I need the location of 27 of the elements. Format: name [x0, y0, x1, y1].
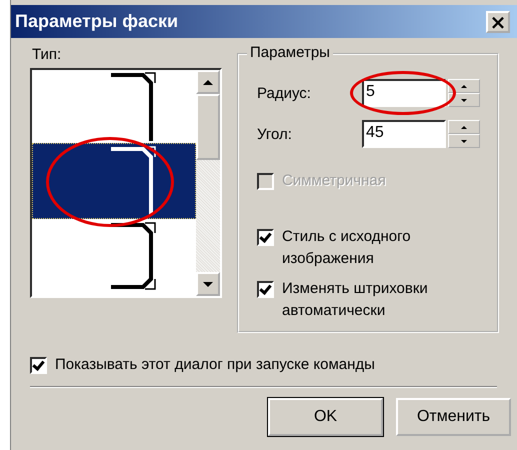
checkbox-label: Изменять штриховки автоматически: [282, 279, 429, 321]
number-field[interactable]: 45: [362, 120, 446, 148]
close-button[interactable]: ×: [486, 10, 510, 32]
spinner-buttons[interactable]: [448, 120, 480, 148]
list-item[interactable]: [32, 143, 196, 219]
profile-drawing: [109, 221, 159, 293]
checkbox[interactable]: [257, 281, 274, 298]
checkbox-label: Показывать этот диалог при запуске команды: [55, 355, 375, 375]
field-label: Угол:: [257, 126, 293, 142]
spinner-buttons[interactable]: [448, 79, 480, 107]
ok-button[interactable]: OK: [268, 398, 383, 436]
type-label: Тип:: [32, 46, 62, 64]
field-label: Радиус:: [257, 84, 312, 102]
checkbox[interactable]: [257, 229, 274, 246]
profile-drawing: [109, 71, 159, 143]
group-title: Параметры: [247, 44, 333, 61]
profile-drawing: [109, 145, 159, 217]
type-list[interactable]: [30, 68, 222, 298]
scrollbar[interactable]: [196, 70, 220, 296]
scroll-down-button[interactable]: [196, 272, 220, 296]
scroll-thumb[interactable]: [196, 94, 220, 160]
scroll-up-button[interactable]: [196, 70, 220, 94]
checkbox[interactable]: [30, 357, 47, 374]
number-field[interactable]: 5: [362, 79, 446, 107]
cancel-button[interactable]: Отменить: [396, 398, 511, 436]
checkbox-label: Стиль с исходного изображения: [282, 227, 412, 269]
window-title: Параметры фаски: [15, 11, 178, 32]
